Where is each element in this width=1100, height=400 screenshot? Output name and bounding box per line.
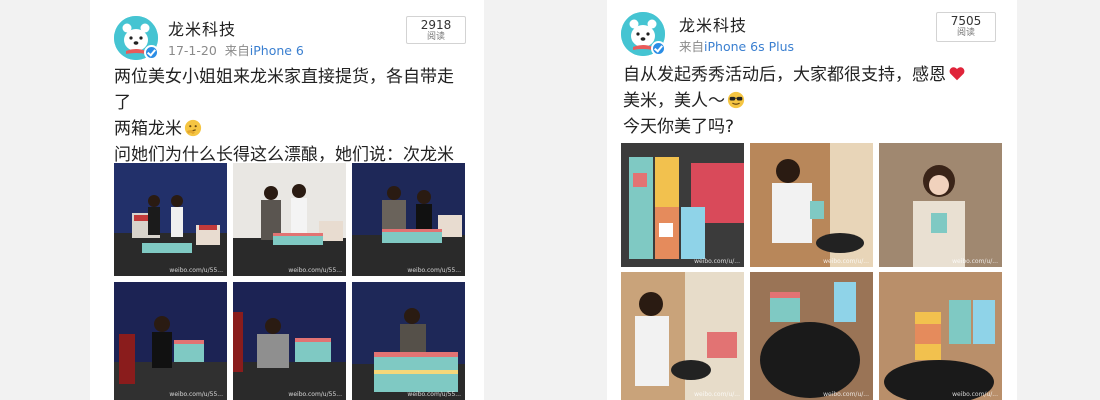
photo-watermark: weibo.com/u/55... [407,391,461,398]
photo-woman-in-fur-coat-with-cans [233,282,346,400]
read-count-box: 2918 阅读 [406,16,466,44]
sunglasses-emoji-icon [727,91,745,109]
photo-thumbnail[interactable]: weibo.com/u/... [879,143,1002,267]
photo-thumbnail[interactable]: weibo.com/u/55... [352,163,465,276]
source-device: iPhone 6s Plus [704,39,795,54]
post-date: 17-1-20 [168,43,217,58]
photo-watermark: weibo.com/u/... [823,391,869,398]
source-device: iPhone 6 [249,43,304,58]
post-text-line-1: 两位美女小姐姐来龙米家直接提货，各自带走了 两箱龙米 [114,67,454,139]
author-name[interactable]: 龙米科技 [679,12,747,36]
read-count-box: 7505 阅读 [936,12,996,42]
photo-woman-hugging-can [879,143,1002,267]
weibo-post-card: 龙米科技 17-1-20 来自iPhone 6 2918 阅读 两位美女小姐姐来… [90,0,484,400]
photo-watermark: weibo.com/u/... [952,391,998,398]
post-meta: 17-1-20 来自iPhone 6 [168,40,304,59]
verified-badge-icon [651,41,666,56]
photo-stack-of-cans [621,143,744,267]
photo-thumbnail[interactable]: weibo.com/u/55... [233,163,346,276]
photo-woman-behind-can-pyramid [352,282,465,400]
author-name[interactable]: 龙米科技 [168,16,236,40]
photo-watermark: weibo.com/u/55... [407,267,461,274]
photo-thumbnail[interactable]: weibo.com/u/55... [233,282,346,400]
photo-thumbnail[interactable]: weibo.com/u/... [621,143,744,267]
photo-watermark: weibo.com/u/... [823,258,869,265]
photo-watermark: weibo.com/u/... [694,391,740,398]
post-meta: 来自iPhone 6s Plus [679,36,794,55]
read-label: 阅读 [956,28,975,38]
photo-two-women-with-boxes [114,163,227,276]
verified-badge-icon [144,45,159,60]
source-prefix: 来自 [224,43,250,58]
photo-woman-holding-can [114,282,227,400]
photo-thumbnail[interactable]: weibo.com/u/... [879,272,1002,400]
photo-woman-cooking [750,143,873,267]
photo-women-posing-behind-cans [352,163,465,276]
photo-watermark: weibo.com/u/... [952,258,998,265]
read-label: 阅读 [426,32,445,42]
photo-watermark: weibo.com/u/55... [288,267,342,274]
photo-watermark: weibo.com/u/55... [169,267,223,274]
photo-watermark: weibo.com/u/55... [288,391,342,398]
photo-thumbnail[interactable]: weibo.com/u/55... [352,282,465,400]
post-text: 自从发起秀秀活动后，大家都很支持，感恩 美米，美人～ 今天你美了吗? [623,62,1003,140]
post-text-line-1: 自从发起秀秀活动后，大家都很支持，感恩 [623,65,946,85]
photo-woman-in-kitchen [621,272,744,400]
avatar[interactable] [114,16,159,60]
photo-hand-holding-can [879,272,1002,400]
avatar[interactable] [621,12,666,56]
post-text-line-3: 今天你美了吗? [623,117,735,137]
photo-watermark: weibo.com/u/... [694,258,740,265]
photo-pouring-rice-into-cooker [750,272,873,400]
photo-watermark: weibo.com/u/55... [169,391,223,398]
photo-women-looking-at-cans [233,163,346,276]
read-count: 7505 [950,14,982,28]
read-count: 2918 [420,18,452,32]
weibo-post-card: 龙米科技 来自iPhone 6s Plus 7505 阅读 自从发起秀秀活动后，… [607,0,1017,400]
photo-thumbnail[interactable]: weibo.com/u/... [621,272,744,400]
source-prefix: 来自 [679,39,705,54]
photo-thumbnail[interactable]: weibo.com/u/... [750,272,873,400]
photo-thumbnail[interactable]: weibo.com/u/55... [114,282,227,400]
post-text-line-2: 美米，美人～ [623,91,725,111]
photo-thumbnail[interactable]: weibo.com/u/... [750,143,873,267]
red-heart-emoji-icon [949,67,965,81]
photo-thumbnail[interactable]: weibo.com/u/55... [114,163,227,276]
thinking-face-emoji-icon [184,119,202,137]
